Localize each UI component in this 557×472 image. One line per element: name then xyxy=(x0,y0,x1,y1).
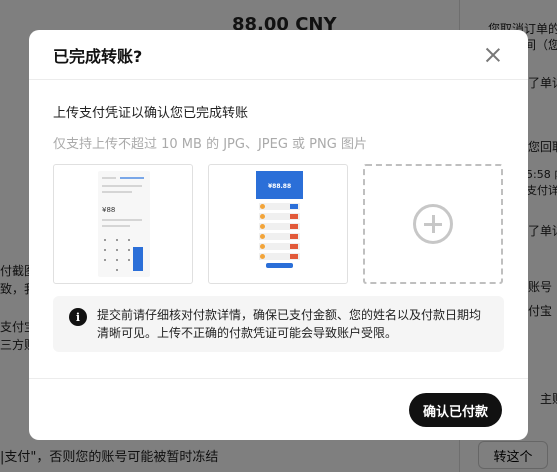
plus-circle-icon xyxy=(413,204,453,244)
payment-confirm-dialog: 已完成转账? 上传支付凭证以确认您已完成转账 仅支持上传不超过 10 MB 的 … xyxy=(29,30,528,440)
upload-title: 上传支付凭证以确认您已完成转账 xyxy=(53,106,249,121)
preview-amount: ¥88 xyxy=(102,206,116,214)
notice-text: 提交前请仔细核对付款详情，确保已支付金额、您的姓名以及付款日期均清晰可见。上传不… xyxy=(97,308,482,340)
add-image-button[interactable] xyxy=(363,164,503,284)
dialog-footer: 确认已付款 xyxy=(29,378,528,440)
upload-hint: 仅支持上传不超过 10 MB 的 JPG、JPEG 或 PNG 图片 xyxy=(53,137,367,152)
confirm-payment-button[interactable]: 确认已付款 xyxy=(409,393,502,427)
uploaded-image-thumbnail[interactable]: ¥88 xyxy=(53,164,193,284)
dialog-body: 上传支付凭证以确认您已完成转账 仅支持上传不超过 10 MB 的 JPG、JPE… xyxy=(29,80,528,352)
dialog-title: 已完成转账? xyxy=(53,46,143,66)
uploaded-image-thumbnail[interactable]: ¥88.88 xyxy=(208,164,348,284)
screenshot-preview: ¥88.88 xyxy=(256,171,303,274)
preview-amount: ¥88.88 xyxy=(268,183,292,190)
upload-thumbnails: ¥88 ¥88.88 xyxy=(53,164,504,284)
dialog-header: 已完成转账? xyxy=(29,30,528,80)
notice-box: i 提交前请仔细核对付款详情，确保已支付金额、您的姓名以及付款日期均清晰可见。上… xyxy=(53,296,504,352)
screenshot-preview: ¥88 xyxy=(98,171,150,277)
info-icon: i xyxy=(69,308,87,326)
close-icon[interactable] xyxy=(483,45,503,65)
